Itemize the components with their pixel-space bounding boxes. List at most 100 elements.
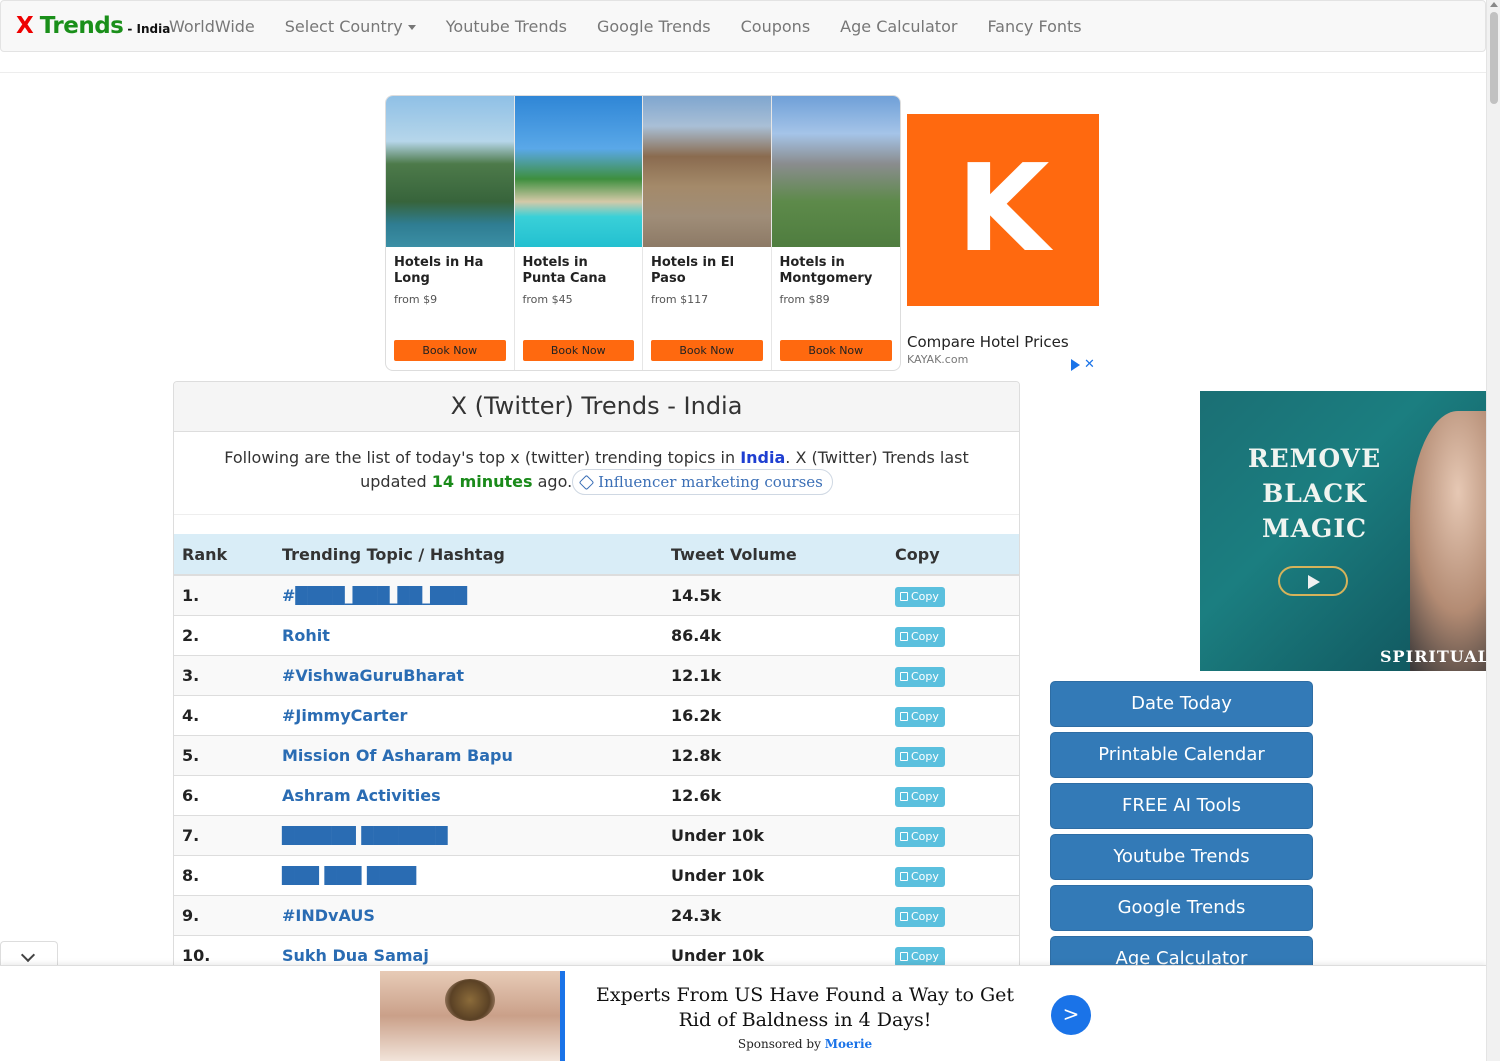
close-icon[interactable]: ✕ xyxy=(1084,357,1095,372)
copy-button[interactable]: Copy xyxy=(895,866,945,887)
copy-icon xyxy=(900,911,908,921)
copy-button[interactable]: Copy xyxy=(895,746,945,767)
brand-x: X xyxy=(16,13,34,39)
influencer-courses-link[interactable]: Influencer marketing courses xyxy=(572,469,833,495)
copy-button[interactable]: Copy xyxy=(895,586,945,607)
scroll-thumb[interactable] xyxy=(1490,12,1498,104)
topic-link[interactable]: Sukh Dua Samaj xyxy=(274,946,663,965)
bottom-ad-image[interactable] xyxy=(380,971,565,1061)
nav-coupons[interactable]: Coupons xyxy=(726,17,826,36)
copy-button[interactable]: Copy xyxy=(895,786,945,807)
book-now-button[interactable]: Book Now xyxy=(779,340,892,361)
copy-label: Copy xyxy=(911,829,939,843)
printable-calendar-button[interactable]: Printable Calendar xyxy=(1050,732,1313,778)
nav-age-calculator[interactable]: Age Calculator xyxy=(825,17,972,36)
topic-link[interactable]: Ashram Activities xyxy=(274,786,663,805)
table-row: 3. #VishwaGuruBharat 12.1k Copy xyxy=(174,656,1019,696)
scroll-up-icon[interactable] xyxy=(1490,2,1498,7)
play-button[interactable] xyxy=(1278,566,1348,596)
hotel-image xyxy=(771,96,900,247)
copy-button[interactable]: Copy xyxy=(895,626,945,647)
topic-link[interactable]: #JimmyCarter xyxy=(274,706,663,725)
book-now-button[interactable]: Book Now xyxy=(651,340,763,361)
topic-link[interactable]: #INDvAUS xyxy=(274,906,663,925)
ad-domain: KAYAK.com xyxy=(907,353,969,366)
header-volume: Tweet Volume xyxy=(671,544,797,564)
volume-cell: 12.6k xyxy=(671,786,722,805)
copy-label: Copy xyxy=(911,789,939,803)
hotel-card[interactable]: Hotels in Montgomery from $89 Book Now xyxy=(771,96,900,370)
google-trends-button[interactable]: Google Trends xyxy=(1050,885,1313,931)
bottom-ad-go-button[interactable]: > xyxy=(1051,995,1091,1035)
copy-button[interactable]: Copy xyxy=(895,906,945,927)
nav-worldwide[interactable]: WorldWide xyxy=(154,17,270,36)
hotel-card[interactable]: Hotels in El Paso from $117 Book Now xyxy=(643,96,772,370)
copy-button[interactable]: Copy xyxy=(895,946,945,967)
nav-fancy-fonts[interactable]: Fancy Fonts xyxy=(972,17,1096,36)
date-today-button[interactable]: Date Today xyxy=(1050,681,1313,727)
hotel-card[interactable]: Hotels in Punta Cana from $45 Book Now xyxy=(514,96,643,370)
copy-label: Copy xyxy=(911,949,939,963)
intro-text: Following are the list of today's top x … xyxy=(174,432,1019,515)
nav-google-trends[interactable]: Google Trends xyxy=(582,17,726,36)
copy-cell: Copy xyxy=(887,785,1019,807)
divider xyxy=(0,72,1486,73)
book-now-button[interactable]: Book Now xyxy=(522,340,634,361)
youtube-trends-button[interactable]: Youtube Trends xyxy=(1050,834,1313,880)
nav-youtube-trends[interactable]: Youtube Trends xyxy=(431,17,582,36)
copy-cell: Copy xyxy=(887,865,1019,887)
hotel-ad-banner[interactable]: Hotels in Ha Long from $9 Book Now Hotel… xyxy=(385,95,901,371)
rank-cell: 4. xyxy=(182,706,200,725)
pill-label: Influencer marketing courses xyxy=(598,473,823,491)
copy-button[interactable]: Copy xyxy=(895,666,945,687)
bottom-ad-text[interactable]: Experts From US Have Found a Way to Get … xyxy=(580,983,1030,1033)
copy-icon xyxy=(900,711,908,721)
volume-cell: Under 10k xyxy=(671,946,765,965)
copy-cell: Copy xyxy=(887,945,1019,967)
trends-table: Rank Trending Topic / Hashtag Tweet Volu… xyxy=(174,534,1019,976)
topic-link[interactable]: ██████ ███████ xyxy=(274,826,663,845)
topic-link[interactable]: #VishwaGuruBharat xyxy=(274,666,663,685)
hotel-name: Hotels in Ha Long xyxy=(394,255,484,286)
sponsor-name[interactable]: Moerie xyxy=(825,1037,872,1051)
adchoices-icon[interactable] xyxy=(1071,358,1080,371)
topic-link[interactable]: Rohit xyxy=(274,626,663,645)
hotel-image xyxy=(643,96,771,247)
copy-label: Copy xyxy=(911,669,939,683)
copy-button[interactable]: Copy xyxy=(895,706,945,727)
sponsored-by-label: Sponsored by xyxy=(737,1037,821,1051)
rank-cell: 8. xyxy=(182,866,200,885)
kayak-logo[interactable]: K xyxy=(907,114,1099,306)
country-link[interactable]: India xyxy=(740,448,785,467)
hotel-card[interactable]: Hotels in Ha Long from $9 Book Now xyxy=(386,96,515,370)
last-updated-time: 14 minutes xyxy=(431,472,533,491)
intro-after: ago. xyxy=(532,472,573,491)
copy-cell: Copy xyxy=(887,625,1019,647)
copy-cell: Copy xyxy=(887,745,1019,767)
table-row: 8. ███ ███ ████ Under 10k Copy xyxy=(174,856,1019,896)
volume-cell: Under 10k xyxy=(671,866,765,885)
topic-link[interactable]: #████_███_██_███ xyxy=(274,586,663,605)
topic-link[interactable]: ███ ███ ████ xyxy=(274,866,663,885)
free-ai-tools-button[interactable]: FREE AI Tools xyxy=(1050,783,1313,829)
brand-logo[interactable]: X Trends - India xyxy=(1,13,170,39)
copy-label: Copy xyxy=(911,709,939,723)
nav-select-country[interactable]: Select Country xyxy=(270,17,431,36)
page-scrollbar[interactable] xyxy=(1486,0,1500,1061)
ad-choices[interactable]: ✕ xyxy=(1071,357,1095,372)
rank-cell: 6. xyxy=(182,786,200,805)
video-ad[interactable]: REMOVE BLACK MAGIC SPIRITUAL xyxy=(1200,391,1486,671)
hotel-image xyxy=(386,96,514,247)
hotel-price: from $9 xyxy=(394,293,438,306)
rank-cell: 7. xyxy=(182,826,200,845)
book-now-button[interactable]: Book Now xyxy=(394,340,506,361)
copy-icon xyxy=(900,631,908,641)
topic-link[interactable]: Mission Of Asharam Bapu xyxy=(274,746,663,765)
rank-cell: 9. xyxy=(182,906,200,925)
table-row: 6. Ashram Activities 12.6k Copy xyxy=(174,776,1019,816)
copy-button[interactable]: Copy xyxy=(895,826,945,847)
chevron-down-icon xyxy=(20,947,36,963)
ad-title[interactable]: Compare Hotel Prices xyxy=(907,333,1069,351)
copy-label: Copy xyxy=(911,909,939,923)
copy-icon xyxy=(900,591,908,601)
